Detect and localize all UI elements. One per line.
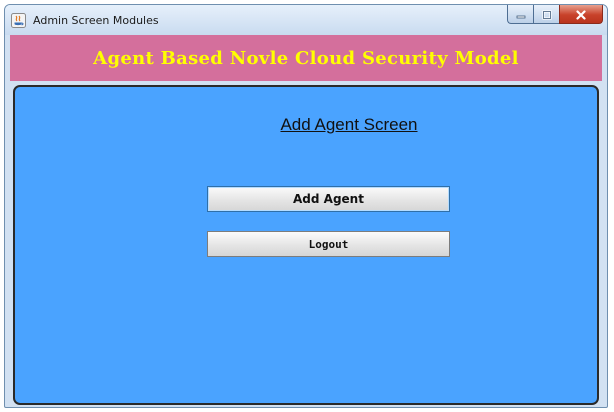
screen-title: Add Agent Screen	[280, 115, 418, 134]
maximize-button[interactable]	[533, 5, 559, 24]
close-button[interactable]	[559, 5, 603, 24]
java-app-icon	[11, 13, 26, 28]
minimize-icon	[515, 5, 527, 24]
maximize-icon	[541, 5, 553, 24]
main-panel: Add Agent Screen Add Agent Logout	[13, 85, 599, 405]
add-agent-button[interactable]: Add Agent	[207, 186, 450, 212]
close-icon	[575, 5, 587, 24]
minimize-button[interactable]	[507, 5, 533, 24]
app-banner: Agent Based Novle Cloud Security Model	[10, 35, 602, 81]
window-title: Admin Screen Modules	[33, 14, 159, 27]
logout-button[interactable]: Logout	[207, 231, 450, 257]
window-controls	[507, 5, 603, 25]
app-window: Admin Screen Modules Agent Based Novle C…	[4, 4, 608, 408]
title-bar[interactable]: Admin Screen Modules	[5, 5, 607, 35]
banner-title: Agent Based Novle Cloud Security Model	[93, 47, 519, 69]
